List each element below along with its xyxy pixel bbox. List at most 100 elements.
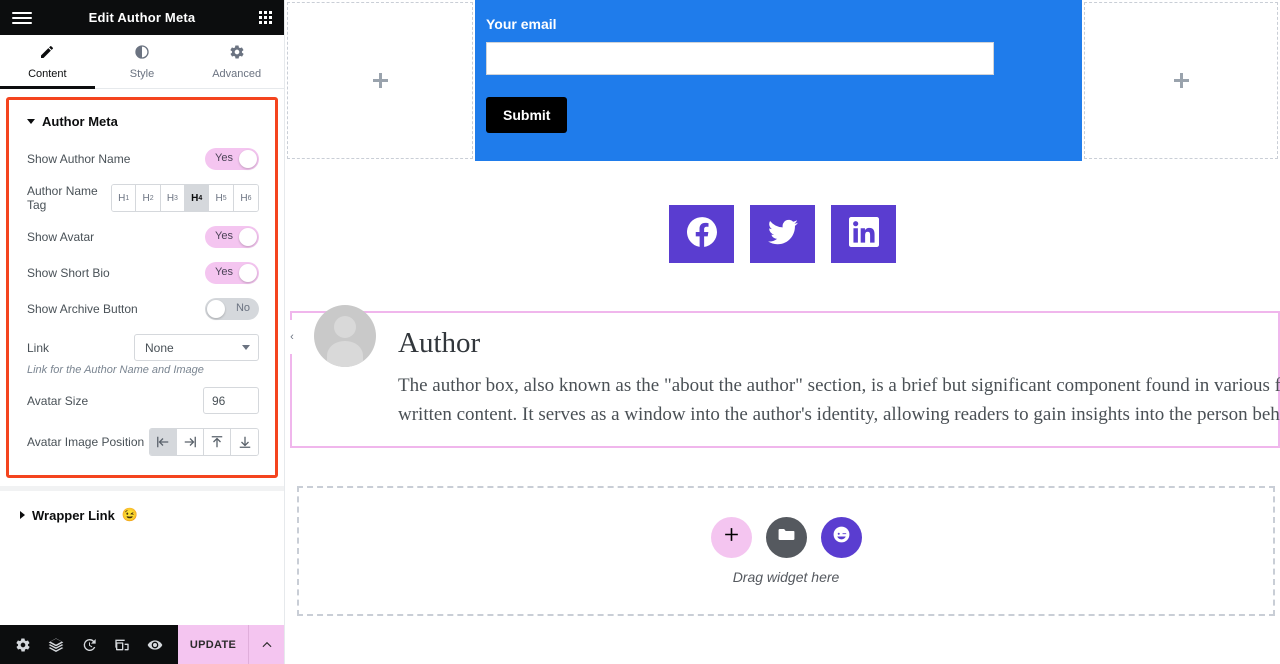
email-input[interactable] (486, 42, 994, 75)
toggle-value: No (235, 302, 250, 314)
wrapper-link-section-header[interactable]: Wrapper Link 😉 (0, 491, 284, 539)
author-meta-section: Author Meta Show Author Name Yes Author … (6, 97, 278, 478)
chevron-down-icon (27, 119, 35, 124)
control-show-author-name: Show Author Name Yes (9, 141, 275, 177)
folder-templates-button[interactable] (765, 516, 807, 558)
author-meta-text: Author The author box, also known as the… (398, 327, 1280, 430)
author-name: Author (398, 327, 481, 359)
link-help-text: Link for the Author Name and Image (27, 364, 204, 376)
tag-option-h2[interactable]: H2 (136, 185, 161, 211)
panel-title: Edit Author Meta (88, 10, 196, 25)
tag-option-h1[interactable]: H1 (111, 185, 137, 211)
empty-column-right[interactable] (1084, 2, 1278, 159)
elementor-editor: Edit Author Meta Content Style Advanced … (0, 0, 1280, 664)
link-select[interactable]: None (134, 334, 259, 361)
plus-icon (1173, 73, 1189, 88)
tag-option-h4[interactable]: H4 (185, 185, 210, 211)
plus-icon (722, 525, 741, 549)
tab-style[interactable]: Style (94, 35, 190, 88)
show-short-bio-toggle[interactable]: Yes (205, 262, 259, 284)
responsive-devices-icon[interactable] (112, 635, 132, 655)
preview-eye-icon[interactable] (145, 635, 165, 655)
chevron-down-icon (242, 345, 250, 350)
linkedin-icon (848, 216, 879, 252)
social-icons-widget (285, 161, 1280, 263)
author-meta-section-header[interactable]: Author Meta (9, 100, 275, 141)
submit-button[interactable]: Submit (486, 97, 568, 133)
chevron-up-icon[interactable] (248, 625, 284, 664)
control-avatar-image-position: Avatar Image Position (9, 421, 275, 463)
avatar-size-input[interactable] (203, 387, 259, 414)
panel-header: Edit Author Meta (0, 0, 284, 35)
align-bottom-icon[interactable] (231, 429, 258, 455)
show-author-name-toggle[interactable]: Yes (205, 148, 259, 170)
ai-button[interactable] (820, 516, 862, 558)
tag-option-h6[interactable]: H6 (233, 185, 258, 211)
social-link-linkedin[interactable] (831, 205, 896, 263)
history-icon[interactable] (79, 635, 99, 655)
panel-footer-tools (0, 625, 178, 664)
align-top-icon[interactable] (204, 429, 231, 455)
author-meta-section-title: Author Meta (42, 114, 118, 129)
update-button[interactable]: UPDATE (178, 625, 248, 664)
tag-option-h5[interactable]: H5 (209, 185, 234, 211)
show-archive-button-toggle[interactable]: No (205, 298, 259, 320)
twitter-icon (767, 217, 798, 252)
drag-widget-dropzone[interactable]: Drag widget here (297, 485, 1275, 616)
control-show-avatar: Show Avatar Yes (9, 219, 275, 255)
canvas-top-row: Your email Submit (285, 0, 1280, 161)
author-meta-inner: Author The author box, also known as the… (292, 305, 1280, 430)
empty-column-left[interactable] (287, 2, 473, 159)
toggle-knob (239, 228, 257, 246)
editor-panel: Edit Author Meta Content Style Advanced … (0, 0, 285, 664)
toggle-value: Yes (215, 230, 233, 242)
toggle-value: Yes (215, 152, 233, 164)
tab-advanced[interactable]: Advanced (189, 35, 285, 88)
wrapper-link-section: Wrapper Link 😉 (0, 486, 284, 539)
show-avatar-toggle[interactable]: Yes (205, 226, 259, 248)
author-bio: The author box, also known as the "about… (398, 375, 1280, 426)
panel-tabs: Content Style Advanced (0, 35, 285, 89)
email-form-widget[interactable]: Your email Submit (475, 0, 1082, 161)
control-avatar-size: Avatar Size (9, 380, 275, 421)
tab-content[interactable]: Content (0, 35, 95, 89)
pencil-icon (39, 44, 55, 63)
align-left-icon[interactable] (150, 429, 177, 455)
wrapper-link-title: Wrapper Link (32, 507, 115, 523)
toggle-knob (239, 264, 257, 282)
author-meta-widget[interactable]: Author The author box, also known as the… (290, 305, 1280, 448)
dropzone-buttons (710, 516, 862, 558)
tab-style-label: Style (129, 67, 155, 80)
tag-sub: 6 (247, 194, 252, 202)
tag-sub: 2 (149, 194, 154, 202)
social-link-facebook[interactable] (669, 205, 734, 263)
control-label: Show Author Name (27, 152, 131, 166)
gear-icon (229, 44, 245, 63)
apps-grid-icon[interactable] (259, 11, 272, 24)
toggle-value: Yes (215, 266, 233, 278)
default-avatar-icon (314, 305, 376, 367)
plus-icon (372, 73, 388, 88)
control-author-name-tag: Author Name Tag H1 H2 H3 H4 H5 H6 (9, 177, 275, 219)
hamburger-icon[interactable] (12, 8, 32, 28)
social-link-twitter[interactable] (750, 205, 815, 263)
tag-option-h3[interactable]: H3 (160, 185, 186, 211)
control-label: Show Short Bio (27, 266, 110, 280)
tag-sub: 4 (198, 194, 203, 202)
tab-content-label: Content (28, 67, 67, 80)
layers-icon[interactable] (46, 635, 66, 655)
tag-sub: 5 (222, 194, 227, 202)
tag-sub: 1 (125, 194, 130, 202)
facebook-icon (686, 216, 717, 252)
panel-collapse-handle[interactable]: ‹ (285, 320, 299, 354)
settings-gear-icon[interactable] (13, 635, 33, 655)
control-label: Link (27, 340, 50, 355)
toggle-knob (239, 150, 257, 168)
panel-footer: UPDATE (0, 625, 284, 664)
email-field-label: Your email (486, 16, 557, 32)
add-widget-button[interactable] (710, 516, 752, 558)
align-right-icon[interactable] (177, 429, 204, 455)
tab-advanced-label: Advanced (212, 67, 262, 80)
contrast-icon (134, 44, 150, 63)
author-name-tag-choices: H1 H2 H3 H4 H5 H6 (110, 184, 259, 212)
